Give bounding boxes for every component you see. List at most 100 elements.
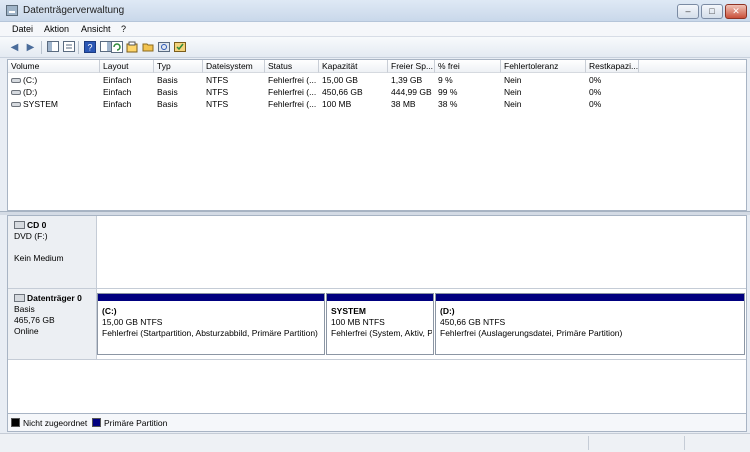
column-header-freier-speicher[interactable]: Freier Sp... xyxy=(388,60,435,73)
partition-status: Fehlerfrei (Auslagerungsdatei, Primäre P… xyxy=(440,328,623,338)
cell-kapazitaet: 100 MB xyxy=(322,99,352,109)
legend-label-unallocated: Nicht zugeordnet xyxy=(23,418,88,428)
partition-name: (D:) xyxy=(440,306,455,316)
volume-name: (C:) xyxy=(23,75,38,85)
toolbar-separator xyxy=(41,41,42,54)
cell-fehlertoleranz: Nein xyxy=(504,99,522,109)
partition-size: 450,66 GB NTFS xyxy=(440,317,506,327)
table-row[interactable]: SYSTEM xyxy=(8,98,100,110)
volume-list: Volume Layout Typ Dateisystem Status Kap… xyxy=(7,59,747,211)
settings-icon[interactable] xyxy=(173,41,186,54)
column-header-dateisystem[interactable]: Dateisystem xyxy=(203,60,265,73)
partition-system[interactable]: SYSTEM 100 MB NTFS Fehlerfrei (System, A… xyxy=(326,293,434,355)
menu-bar: Datei Aktion Ansicht ? xyxy=(0,22,750,37)
disk-management-app-icon xyxy=(6,5,18,16)
refresh-icon[interactable] xyxy=(110,41,123,54)
partition-name: (C:) xyxy=(102,306,117,316)
disk-label-disk0[interactable]: Datenträger 0 Basis 465,76 GB Online xyxy=(8,289,97,359)
column-header-volume[interactable]: Volume xyxy=(8,60,100,73)
column-header-restkapazitaet[interactable]: Restkapazi... xyxy=(586,60,639,73)
cell-prozent-frei: 99 % xyxy=(438,87,458,97)
toolbar: ◀ ▶ ? xyxy=(0,37,750,58)
status-pane xyxy=(684,436,685,450)
cell-layout: Einfach xyxy=(103,99,132,109)
table-row[interactable]: (D:) xyxy=(8,86,100,98)
drive-icon xyxy=(11,78,21,84)
cell-freier-speicher: 38 MB xyxy=(391,99,416,109)
disk-label-cd0[interactable]: CD 0 DVD (F:) Kein Medium xyxy=(8,216,97,288)
open-icon[interactable] xyxy=(141,41,154,54)
cell-freier-speicher: 444,99 GB xyxy=(391,87,432,97)
column-header-kapazitaet[interactable]: Kapazität xyxy=(319,60,388,73)
primary-partition-bar xyxy=(98,294,324,301)
disk-name: Datenträger 0 xyxy=(27,293,82,303)
table-row[interactable]: (C:) xyxy=(8,74,100,86)
primary-partition-bar xyxy=(327,294,433,301)
divider xyxy=(8,288,746,289)
maximize-button[interactable]: □ xyxy=(701,4,723,19)
cell-layout: Einfach xyxy=(103,87,132,97)
column-header-prozent-frei[interactable]: % frei xyxy=(435,60,501,73)
back-icon[interactable]: ◀ xyxy=(8,41,21,54)
title-bar: Datenträgerverwaltung – □ ✕ xyxy=(0,0,750,22)
window-title: Datenträgerverwaltung xyxy=(23,5,125,16)
column-header-layout[interactable]: Layout xyxy=(100,60,154,73)
cell-dateisystem: NTFS xyxy=(206,75,229,85)
drive-icon xyxy=(11,90,21,96)
legend-swatch-primary xyxy=(92,418,101,427)
partition-d[interactable]: (D:) 450,66 GB NTFS Fehlerfrei (Auslager… xyxy=(435,293,745,355)
menu-aktion[interactable]: Aktion xyxy=(44,24,69,34)
legend: Nicht zugeordnet Primäre Partition xyxy=(7,414,747,432)
cell-typ: Basis xyxy=(157,99,178,109)
divider xyxy=(8,359,746,360)
disk-state: Online xyxy=(14,326,39,336)
disk-type: Basis xyxy=(14,304,35,314)
help-icon[interactable]: ? xyxy=(83,41,96,54)
cell-restkapazitaet: 0% xyxy=(589,99,602,109)
cell-layout: Einfach xyxy=(103,75,132,85)
cell-kapazitaet: 450,66 GB xyxy=(322,87,363,97)
partition-c[interactable]: (C:) 15,00 GB NTFS Fehlerfrei (Startpart… xyxy=(97,293,325,355)
cell-prozent-frei: 9 % xyxy=(438,75,453,85)
cell-restkapazitaet: 0% xyxy=(589,75,602,85)
partition-status: Fehlerfrei (System, Aktiv, P xyxy=(331,328,432,338)
column-header-fehlertoleranz[interactable]: Fehlertoleranz xyxy=(501,60,586,73)
menu-datei[interactable]: Datei xyxy=(12,24,33,34)
cell-status: Fehlerfrei (... xyxy=(268,87,317,97)
partition-details: (D:) 450,66 GB NTFS Fehlerfrei (Auslager… xyxy=(440,306,742,339)
partition-size: 100 MB NTFS xyxy=(331,317,385,327)
cell-status: Fehlerfrei (... xyxy=(268,75,317,85)
partition-name: SYSTEM xyxy=(331,306,366,316)
rescan-icon[interactable] xyxy=(125,41,138,54)
disk-size: 465,76 GB xyxy=(14,315,55,325)
svg-text:?: ? xyxy=(87,43,92,53)
properties-icon[interactable] xyxy=(62,41,75,54)
menu-help[interactable]: ? xyxy=(121,24,126,34)
toolbar-separator xyxy=(78,41,79,54)
menu-ansicht[interactable]: Ansicht xyxy=(81,24,111,34)
hard-disk-icon xyxy=(14,294,25,302)
console-tree-icon[interactable] xyxy=(46,41,59,54)
legend-swatch-unallocated xyxy=(11,418,20,427)
partition-size: 15,00 GB NTFS xyxy=(102,317,163,327)
status-pane xyxy=(588,436,589,450)
column-header-empty xyxy=(639,60,746,73)
cell-dateisystem: NTFS xyxy=(206,87,229,97)
cell-status: Fehlerfrei (... xyxy=(268,99,317,109)
column-header-status[interactable]: Status xyxy=(265,60,319,73)
cell-freier-speicher: 1,39 GB xyxy=(391,75,423,85)
forward-icon[interactable]: ▶ xyxy=(24,41,37,54)
column-header-typ[interactable]: Typ xyxy=(154,60,203,73)
cd-drive-icon xyxy=(14,221,25,229)
minimize-button[interactable]: – xyxy=(677,4,699,19)
search-icon[interactable] xyxy=(157,41,170,54)
cell-fehlertoleranz: Nein xyxy=(504,75,522,85)
volume-name: (D:) xyxy=(23,87,38,97)
cell-restkapazitaet: 0% xyxy=(589,87,602,97)
close-button[interactable]: ✕ xyxy=(725,4,747,19)
cell-fehlertoleranz: Nein xyxy=(504,87,522,97)
partition-details: (C:) 15,00 GB NTFS Fehlerfrei (Startpart… xyxy=(102,306,324,339)
status-bar xyxy=(0,433,750,452)
volume-name: SYSTEM xyxy=(23,99,58,109)
disk-name: CD 0 xyxy=(27,220,47,230)
